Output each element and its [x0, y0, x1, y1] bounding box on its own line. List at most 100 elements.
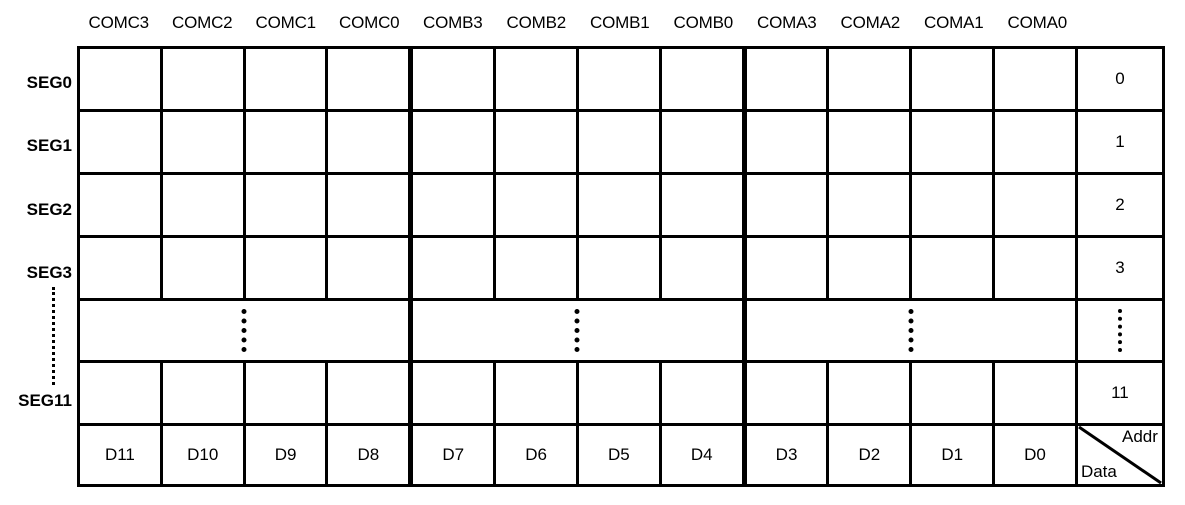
cell-seg0-comb3[interactable] [413, 49, 497, 109]
cell-seg2-comc1[interactable] [246, 175, 329, 235]
address-cell-11: 11 [1111, 383, 1129, 402]
column-header-coma2: COMA2 [840, 13, 901, 32]
cell-seg1-coma3[interactable] [747, 112, 830, 172]
data-bit-d4: D4 [662, 426, 747, 484]
table-row: 0 [80, 49, 1162, 112]
cell-seg3-comc2[interactable] [163, 238, 246, 298]
table-row: 11 [80, 363, 1162, 426]
cell-seg1-comb0[interactable] [662, 112, 747, 172]
column-header-comb1: COMB1 [590, 13, 650, 32]
cell-seg11-comb1[interactable] [579, 363, 662, 423]
cell-seg0-coma2[interactable] [829, 49, 913, 109]
cell-seg3-coma0[interactable] [995, 238, 1078, 298]
cell-seg11-comc1[interactable] [246, 363, 329, 423]
column-header-comb0: COMB0 [673, 13, 734, 32]
cell-seg1-comb1[interactable] [579, 112, 662, 172]
cell-seg2-comb2[interactable] [496, 175, 579, 235]
cell-seg3-comb3[interactable] [413, 238, 497, 298]
cell-seg0-comb1[interactable] [579, 49, 662, 109]
column-header-comc1: COMC1 [255, 13, 317, 32]
cell-seg3-coma3[interactable] [747, 238, 830, 298]
cell-seg3-coma1[interactable] [912, 238, 996, 298]
data-bit-d3: D3 [747, 426, 830, 484]
display-ram-map-diagram: COMC3 COMC2 COMC1 COMC0 COMB3 COMB2 COMB… [0, 0, 1185, 505]
table-row-ellipsis [80, 301, 1162, 363]
addr-data-corner-cell: Addr Data [1078, 426, 1162, 484]
cell-seg1-comb3[interactable] [413, 112, 497, 172]
cell-ellipsis-group-comc [80, 301, 414, 360]
column-header-comc2: COMC2 [172, 13, 233, 32]
data-bit-d9: D9 [246, 426, 329, 484]
data-bit-d7: D7 [413, 426, 497, 484]
cell-seg2-coma1[interactable] [912, 175, 996, 235]
cell-seg1-comc2[interactable] [163, 112, 246, 172]
cell-seg11-coma1[interactable] [912, 363, 996, 423]
cell-seg2-coma0[interactable] [995, 175, 1078, 235]
cell-seg2-comb1[interactable] [579, 175, 662, 235]
cell-seg11-comb0[interactable] [662, 363, 747, 423]
cell-seg0-comc2[interactable] [163, 49, 246, 109]
cell-seg3-comc0[interactable] [328, 238, 414, 298]
ram-map-grid: 0 1 2 3 11 D11 D10 D9 D8 D7 D6 D5 D4 D3 … [77, 46, 1165, 487]
address-cell-0: 0 [1115, 69, 1125, 88]
row-label-seg2: SEG2 [26, 200, 72, 219]
vertical-ellipsis-icon [574, 309, 580, 352]
cell-seg1-coma2[interactable] [829, 112, 913, 172]
cell-seg1-coma1[interactable] [912, 112, 996, 172]
cell-seg0-coma3[interactable] [747, 49, 830, 109]
cell-seg3-comc3[interactable] [80, 238, 163, 298]
vertical-ellipsis-icon [241, 309, 247, 352]
cell-seg11-coma0[interactable] [995, 363, 1078, 423]
cell-seg0-coma1[interactable] [912, 49, 996, 109]
column-header-coma3: COMA3 [757, 13, 817, 32]
cell-seg1-comb2[interactable] [496, 112, 579, 172]
cell-seg3-comb1[interactable] [579, 238, 662, 298]
cell-seg11-comc2[interactable] [163, 363, 246, 423]
data-bit-d8: D8 [328, 426, 414, 484]
row-label-seg0: SEG0 [26, 73, 72, 92]
cell-seg2-comb3[interactable] [413, 175, 497, 235]
cell-seg0-coma0[interactable] [995, 49, 1078, 109]
cell-seg11-coma2[interactable] [829, 363, 913, 423]
cell-seg0-comc3[interactable] [80, 49, 163, 109]
cell-seg0-comc0[interactable] [328, 49, 414, 109]
seg-continuation-dots-icon [52, 287, 55, 385]
cell-seg2-comc0[interactable] [328, 175, 414, 235]
cell-seg3-comb2[interactable] [496, 238, 579, 298]
cell-seg11-comc0[interactable] [328, 363, 414, 423]
cell-seg2-coma2[interactable] [829, 175, 913, 235]
cell-seg1-comc0[interactable] [328, 112, 414, 172]
cell-seg3-coma2[interactable] [829, 238, 913, 298]
cell-seg3-comb0[interactable] [662, 238, 747, 298]
cell-seg1-coma0[interactable] [995, 112, 1078, 172]
cell-seg11-comc3[interactable] [80, 363, 163, 423]
row-label-seg11: SEG11 [18, 391, 72, 410]
column-header-coma0: COMA0 [1007, 13, 1068, 32]
cell-seg2-comb0[interactable] [662, 175, 747, 235]
cell-seg2-comc2[interactable] [163, 175, 246, 235]
cell-seg0-comb2[interactable] [496, 49, 579, 109]
data-bit-label-row: D11 D10 D9 D8 D7 D6 D5 D4 D3 D2 D1 D0 Ad… [80, 426, 1162, 484]
data-bit-d1: D1 [912, 426, 996, 484]
table-row: 2 [80, 175, 1162, 238]
cell-seg2-coma3[interactable] [747, 175, 830, 235]
data-bit-d6: D6 [496, 426, 579, 484]
cell-seg1-comc3[interactable] [80, 112, 163, 172]
data-bit-d5: D5 [579, 426, 662, 484]
cell-seg0-comc1[interactable] [246, 49, 329, 109]
vertical-ellipsis-icon [1117, 309, 1122, 352]
cell-seg11-coma3[interactable] [747, 363, 830, 423]
column-header-comc3: COMC3 [88, 13, 150, 32]
table-row: 1 [80, 112, 1162, 175]
cell-seg11-comb2[interactable] [496, 363, 579, 423]
data-bit-d0: D0 [995, 426, 1078, 484]
cell-seg3-comc1[interactable] [246, 238, 329, 298]
column-header-comc0: COMC0 [339, 13, 400, 32]
cell-seg0-comb0[interactable] [662, 49, 747, 109]
cell-ellipsis-group-comb [413, 301, 747, 360]
data-bit-d10: D10 [163, 426, 246, 484]
cell-seg2-comc3[interactable] [80, 175, 163, 235]
addr-label: Addr [1122, 427, 1158, 446]
cell-seg11-comb3[interactable] [413, 363, 497, 423]
cell-seg1-comc1[interactable] [246, 112, 329, 172]
